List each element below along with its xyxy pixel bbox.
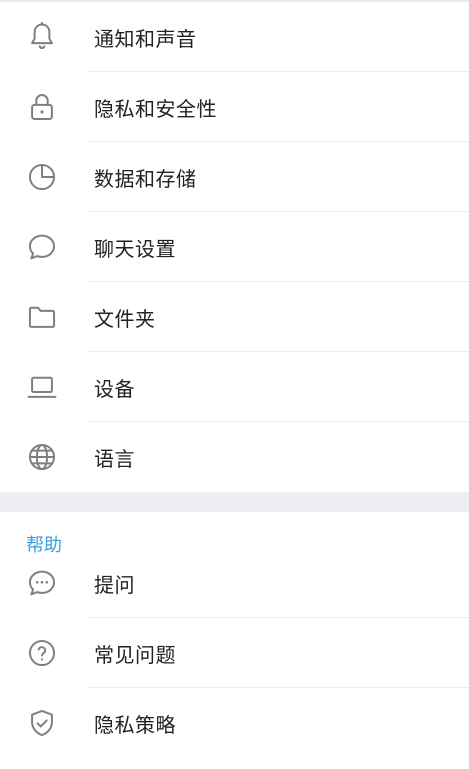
help-item-ask-question[interactable]: 提问 (0, 548, 469, 618)
chat-bubble-icon (22, 227, 62, 267)
laptop-icon (22, 367, 62, 407)
settings-item-label: 数据和存储 (94, 166, 197, 191)
settings-item-label: 通知和声音 (94, 26, 197, 51)
settings-item-label: 语言 (94, 446, 135, 471)
settings-item-devices[interactable]: 设备 (0, 352, 469, 422)
chat-ellipsis-icon (22, 563, 62, 603)
help-item-faq[interactable]: 常见问题 (0, 618, 469, 688)
settings-item-language[interactable]: 语言 (0, 422, 469, 492)
question-circle-icon (22, 633, 62, 673)
bell-icon (22, 17, 62, 57)
settings-list: 通知和声音 隐私和安全性 数据和存储 聊天设置 文件夹 设备 语言 (0, 2, 469, 492)
shield-check-icon (22, 703, 62, 743)
lock-icon (22, 87, 62, 127)
settings-item-label: 设备 (94, 376, 135, 401)
globe-icon (22, 437, 62, 477)
settings-item-label: 聊天设置 (94, 236, 176, 261)
section-separator (0, 492, 469, 512)
pie-chart-icon (22, 157, 62, 197)
settings-item-notifications[interactable]: 通知和声音 (0, 2, 469, 72)
settings-item-privacy[interactable]: 隐私和安全性 (0, 72, 469, 142)
settings-screen: 通知和声音 隐私和安全性 数据和存储 聊天设置 文件夹 设备 语言 帮助 提问 … (0, 0, 469, 769)
settings-item-label: 文件夹 (94, 306, 156, 331)
help-list: 提问 常见问题 隐私策略 (0, 548, 469, 758)
settings-item-label: 隐私和安全性 (94, 96, 217, 121)
settings-item-chat-settings[interactable]: 聊天设置 (0, 212, 469, 282)
settings-item-folders[interactable]: 文件夹 (0, 282, 469, 352)
folder-icon (22, 297, 62, 337)
help-item-label: 隐私策略 (94, 712, 176, 737)
help-item-label: 常见问题 (94, 642, 176, 667)
settings-item-data-storage[interactable]: 数据和存储 (0, 142, 469, 212)
help-item-privacy-policy[interactable]: 隐私策略 (0, 688, 469, 758)
help-item-label: 提问 (94, 572, 135, 597)
